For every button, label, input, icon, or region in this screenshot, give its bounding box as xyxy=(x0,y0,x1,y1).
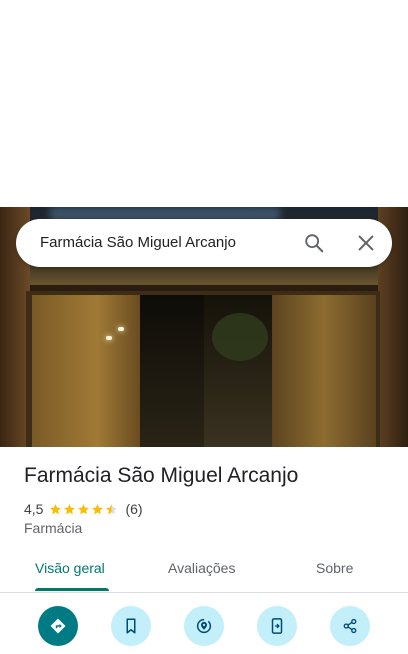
search-bar[interactable]: Farmácia São Miguel Arcanjo xyxy=(16,219,392,267)
glass-panel-right xyxy=(272,295,376,447)
review-count[interactable]: (6) xyxy=(125,501,142,517)
place-title: Farmácia São Miguel Arcanjo xyxy=(24,464,299,487)
search-icon[interactable] xyxy=(303,232,325,254)
tab-bar: Visão geral Avaliações Sobre xyxy=(0,548,408,593)
nearby-button[interactable] xyxy=(184,606,224,646)
star-icon xyxy=(92,503,104,514)
glass-panel-middle xyxy=(140,295,204,447)
place-category[interactable]: Farmácia xyxy=(24,520,82,536)
star-rating xyxy=(49,503,119,516)
send-to-phone-icon xyxy=(271,618,283,634)
bookmark-icon xyxy=(126,618,136,634)
star-icon xyxy=(106,503,118,514)
directions-icon xyxy=(50,618,66,634)
tab-overview[interactable]: Visão geral xyxy=(35,560,105,576)
share-icon xyxy=(343,618,357,634)
glass-panel-left xyxy=(32,295,140,447)
star-icon xyxy=(64,503,76,514)
directions-button[interactable] xyxy=(38,606,78,646)
tree-reflection xyxy=(212,313,268,361)
star-icon xyxy=(78,503,90,514)
save-button[interactable] xyxy=(111,606,151,646)
share-button[interactable] xyxy=(330,606,370,646)
close-icon[interactable] xyxy=(355,232,377,254)
tab-about[interactable]: Sobre xyxy=(316,560,353,576)
ceiling-light xyxy=(118,327,124,331)
rating-row[interactable]: 4,5 (6) xyxy=(24,500,143,518)
star-icon xyxy=(50,503,62,514)
ceiling-light xyxy=(106,336,112,340)
search-input[interactable]: Farmácia São Miguel Arcanjo xyxy=(40,234,236,251)
nearby-icon xyxy=(196,618,212,634)
rating-value: 4,5 xyxy=(24,501,44,517)
active-tab-indicator xyxy=(35,588,109,591)
tab-reviews[interactable]: Avaliações xyxy=(168,560,235,576)
send-to-phone-button[interactable] xyxy=(257,606,297,646)
